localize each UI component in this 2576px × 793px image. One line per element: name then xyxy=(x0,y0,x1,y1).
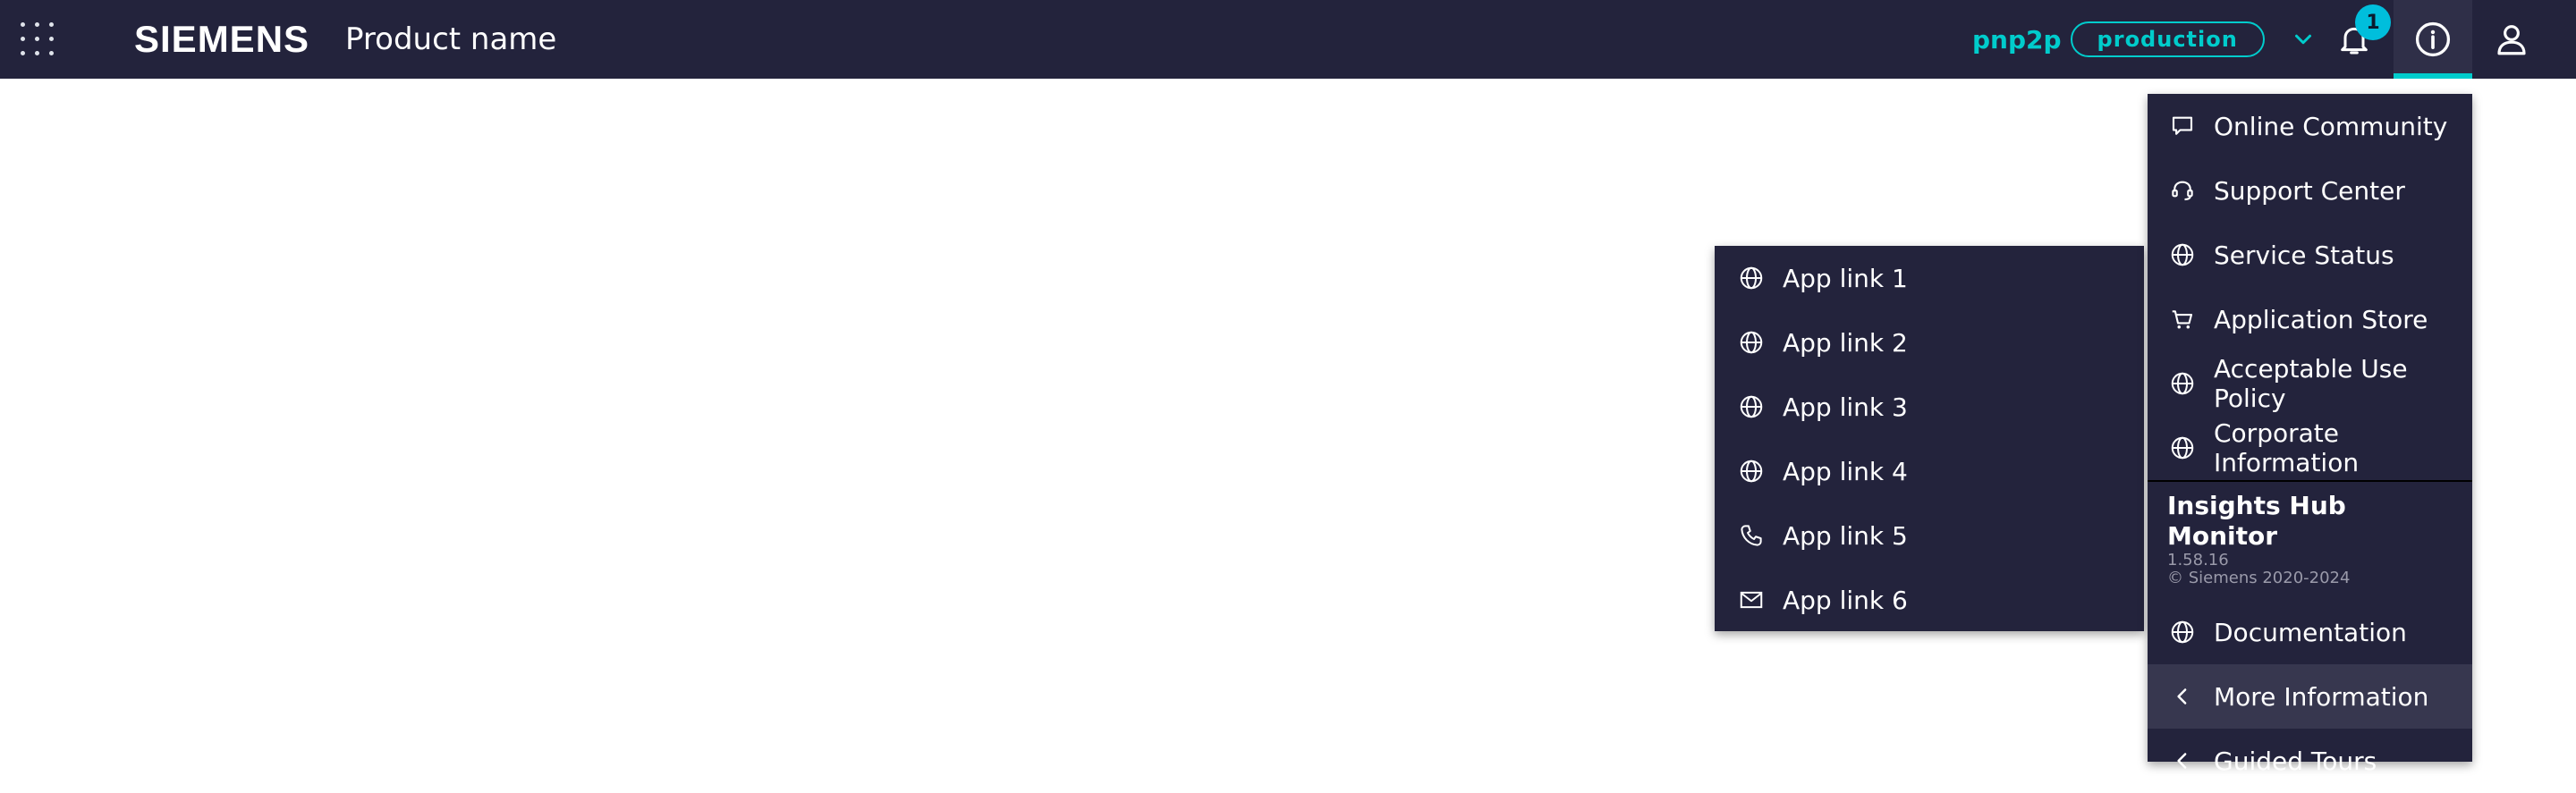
chevron-left-icon xyxy=(2169,683,2196,710)
environment-switcher[interactable]: pnp2p production xyxy=(1972,20,2317,59)
globe-icon xyxy=(1738,329,1765,356)
user-account-button[interactable] xyxy=(2472,0,2551,79)
globe-icon xyxy=(2169,434,2196,461)
menu-item-label: App link 5 xyxy=(1783,520,1908,551)
menu-item-app-link-1[interactable]: App link 1 xyxy=(1715,246,2144,310)
menu-item-documentation[interactable]: Documentation xyxy=(2148,600,2472,664)
cart-icon xyxy=(2169,306,2196,333)
product-name: Product name xyxy=(345,21,557,57)
menu-item-label: App link 4 xyxy=(1783,456,1908,486)
menu-item-label: Support Center xyxy=(2214,175,2405,206)
globe-icon xyxy=(1738,458,1765,485)
notification-badge: 1 xyxy=(2355,4,2391,40)
help-menu: Online Community Support Center Service … xyxy=(2148,94,2472,776)
app-copyright: © Siemens 2020-2024 xyxy=(2167,569,2351,587)
menu-item-label: Documentation xyxy=(2214,617,2407,647)
menu-item-label: App link 3 xyxy=(1783,392,1908,422)
menu-item-label: Online Community xyxy=(2214,111,2448,141)
menu-item-app-link-2[interactable]: App link 2 xyxy=(1715,310,2144,375)
headset-icon xyxy=(2169,177,2196,204)
user-icon xyxy=(2497,25,2526,55)
help-button[interactable] xyxy=(2394,0,2472,79)
menu-item-label: Application Store xyxy=(2214,304,2428,334)
top-bar: SIEMENS Product name pnp2p production 1 xyxy=(0,0,2576,79)
globe-icon xyxy=(2169,241,2196,268)
menu-item-app-link-5[interactable]: App link 5 xyxy=(1715,503,2144,568)
menu-item-support-center[interactable]: Support Center xyxy=(2148,158,2472,223)
app-launcher-icon[interactable] xyxy=(16,18,59,61)
menu-item-app-link-6[interactable]: App link 6 xyxy=(1715,568,2144,632)
globe-icon xyxy=(1738,265,1765,291)
globe-icon xyxy=(2169,619,2196,645)
brand-logo: SIEMENS xyxy=(134,18,310,60)
chevron-left-icon xyxy=(2169,747,2196,774)
menu-item-online-community[interactable]: Online Community xyxy=(2148,94,2472,158)
menu-item-label: Acceptable Use Policy xyxy=(2214,354,2408,413)
menu-item-more-information[interactable]: More Information xyxy=(2148,664,2472,729)
menu-item-label: App link 1 xyxy=(1783,263,1908,293)
globe-icon xyxy=(2169,370,2196,397)
menu-item-label: More Information xyxy=(2214,681,2429,712)
environment-name: pnp2p xyxy=(1972,24,2062,55)
menu-item-label: Guided Tours xyxy=(2214,746,2377,776)
chat-icon xyxy=(2169,113,2196,139)
menu-item-app-link-3[interactable]: App link 3 xyxy=(1715,375,2144,439)
menu-item-label: Service Status xyxy=(2214,240,2394,270)
menu-item-service-status[interactable]: Service Status xyxy=(2148,223,2472,287)
chevron-down-icon xyxy=(2294,34,2311,45)
menu-item-app-link-4[interactable]: App link 4 xyxy=(1715,439,2144,503)
more-information-submenu: App link 1 App link 2 App link 3 App lin… xyxy=(1715,246,2144,631)
globe-icon xyxy=(1738,393,1765,420)
menu-item-acceptable-use-policy[interactable]: Acceptable Use Policy xyxy=(2148,351,2472,416)
menu-item-corporate-information[interactable]: Corporate Information xyxy=(2148,416,2472,480)
menu-item-guided-tours[interactable]: Guided Tours xyxy=(2148,729,2472,793)
info-icon xyxy=(2415,21,2451,57)
mail-icon xyxy=(1738,586,1765,613)
phone-icon xyxy=(1738,522,1765,549)
menu-item-application-store[interactable]: Application Store xyxy=(2148,287,2472,351)
menu-item-label: App link 6 xyxy=(1783,585,1908,615)
environment-tag: production xyxy=(2070,21,2265,57)
app-version: 1.58.16 xyxy=(2167,551,2229,569)
menu-item-label: Corporate Information xyxy=(2214,418,2360,477)
about-section: Insights Hub Monitor 1.58.16 © Siemens 2… xyxy=(2148,482,2472,600)
menu-item-label: App link 2 xyxy=(1783,327,1908,358)
app-title: Insights Hub Monitor xyxy=(2167,491,2346,551)
